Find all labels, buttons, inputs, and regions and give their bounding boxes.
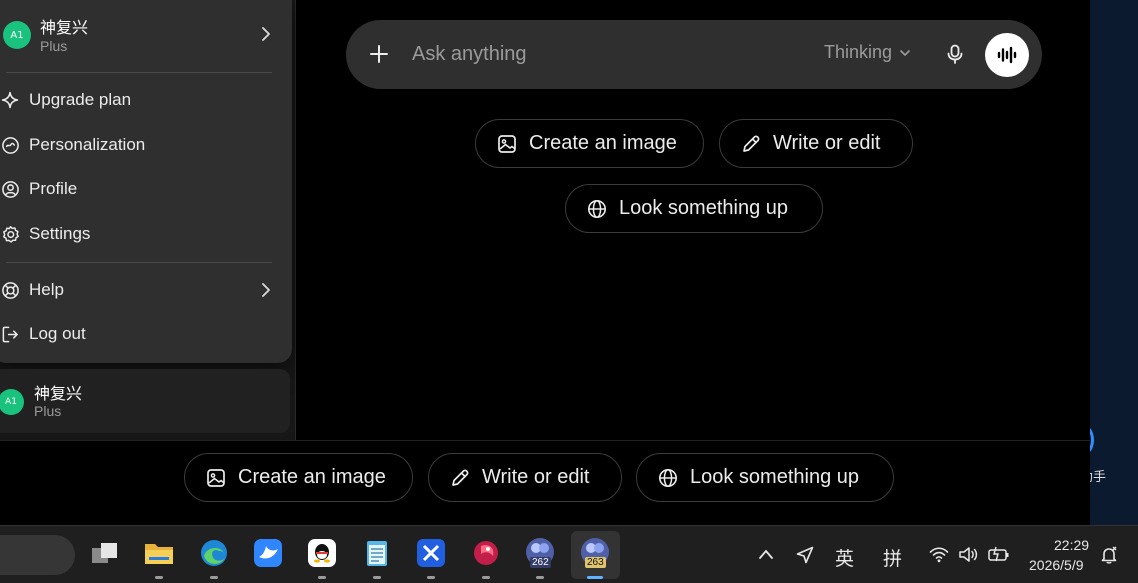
sidebar-user-plan: Plus xyxy=(34,403,62,419)
menu-item-label: Upgrade plan xyxy=(29,90,132,109)
qq-icon[interactable] xyxy=(306,537,338,569)
taskbar-badge: 262 xyxy=(530,557,551,568)
edge-browser-icon[interactable] xyxy=(198,537,230,569)
bottom-suggestions-bar: Create an image Write or edit Look somet… xyxy=(0,440,1090,525)
parrot-app-icon[interactable] xyxy=(470,537,502,569)
account-menu: A1 神复兴 Plus Upgrade plan Personalization xyxy=(0,0,292,363)
menu-divider xyxy=(6,72,272,73)
menu-item-label: Log out xyxy=(29,324,86,343)
menu-item-label: Help xyxy=(29,280,64,299)
user-circle-icon xyxy=(0,179,20,199)
notification-bell-icon[interactable] xyxy=(1099,545,1119,565)
desktop-background xyxy=(1090,0,1138,525)
feishu-icon[interactable] xyxy=(252,537,284,569)
globe-icon xyxy=(586,198,608,220)
running-indicator xyxy=(318,576,326,579)
volume-icon[interactable] xyxy=(958,546,980,563)
running-indicator xyxy=(155,576,163,579)
composer: Thinking xyxy=(346,20,1042,89)
running-indicator xyxy=(482,576,490,579)
suggestion-look-something-up[interactable]: Look something up xyxy=(565,184,823,233)
running-indicator xyxy=(373,576,381,579)
chevron-right-icon[interactable] xyxy=(258,26,274,42)
taskbar-badge: 263 xyxy=(585,557,606,568)
menu-item-label: Settings xyxy=(29,224,91,243)
pencil-icon xyxy=(740,133,762,155)
waveform-icon xyxy=(997,46,1017,64)
taskbar: 262 263 英 拼 22:29 2026/5/9 xyxy=(0,525,1138,583)
image-icon xyxy=(496,133,518,155)
chevron-right-icon xyxy=(262,283,270,297)
menu-item-log-out[interactable]: Log out xyxy=(0,314,284,354)
menu-item-label: Profile xyxy=(29,179,78,198)
suggestion-create-image[interactable]: Create an image xyxy=(184,453,413,502)
suggestion-label: Write or edit xyxy=(482,466,590,488)
suggestion-label: Look something up xyxy=(619,197,789,219)
account-user-name[interactable]: 神复兴 xyxy=(40,14,88,38)
task-view-icon[interactable] xyxy=(89,537,121,569)
battery-icon[interactable] xyxy=(988,546,1010,562)
suggestion-create-image[interactable]: Create an image xyxy=(475,119,704,168)
voice-mode-button[interactable] xyxy=(985,33,1029,77)
sidebar-user-name: 神复兴 xyxy=(34,386,83,403)
avatar: A1 xyxy=(0,389,24,415)
suggestion-label: Look something up xyxy=(690,466,860,488)
suggestion-write-or-edit[interactable]: Write or edit xyxy=(428,453,622,502)
globe-icon xyxy=(657,467,679,489)
menu-item-help[interactable]: Help xyxy=(0,270,284,310)
wifi-icon[interactable] xyxy=(929,546,949,563)
suggestion-write-or-edit[interactable]: Write or edit xyxy=(719,119,913,168)
ime-language-indicator[interactable]: 英 xyxy=(835,544,854,571)
sparkle-icon xyxy=(0,90,20,110)
running-indicator xyxy=(427,576,435,579)
lifebuoy-icon xyxy=(0,280,20,300)
sidebar: A1 神复兴 Plus Upgrade plan Personalization xyxy=(0,0,296,440)
taskbar-search-box[interactable] xyxy=(0,535,75,575)
plus-icon[interactable] xyxy=(368,43,390,65)
menu-item-settings[interactable]: Settings xyxy=(0,214,284,254)
file-explorer-icon[interactable] xyxy=(143,537,175,569)
ask-input[interactable] xyxy=(412,40,792,68)
account-plan: Plus xyxy=(40,38,68,54)
menu-item-upgrade-plan[interactable]: Upgrade plan xyxy=(0,80,284,120)
suggestion-label: Create an image xyxy=(238,466,386,488)
menu-item-profile[interactable]: Profile xyxy=(0,169,284,209)
model-mode-label: Thinking xyxy=(824,42,893,62)
logout-icon xyxy=(0,324,20,344)
notepad-icon[interactable] xyxy=(361,537,393,569)
running-indicator xyxy=(536,576,544,579)
chevron-up-icon[interactable] xyxy=(758,548,774,560)
location-arrow-icon[interactable] xyxy=(795,545,815,565)
microphone-icon[interactable] xyxy=(944,43,966,65)
avatar[interactable]: A1 xyxy=(3,21,31,49)
model-mode-select[interactable]: Thinking xyxy=(824,42,911,63)
chevron-down-icon xyxy=(900,49,910,56)
ime-mode-indicator[interactable]: 拼 xyxy=(883,544,902,571)
suggestion-label: Write or edit xyxy=(773,132,881,154)
pencil-icon xyxy=(449,467,471,489)
clock-time[interactable]: 22:29 xyxy=(1054,537,1089,553)
suggestion-look-something-up[interactable]: Look something up xyxy=(636,453,894,502)
gear-icon xyxy=(0,224,20,244)
running-indicator xyxy=(210,576,218,579)
menu-item-personalization[interactable]: Personalization xyxy=(0,125,284,165)
menu-divider xyxy=(6,262,272,263)
personalization-icon xyxy=(0,135,20,155)
image-icon xyxy=(205,467,227,489)
clock-date[interactable]: 2026/5/9 xyxy=(1029,557,1084,573)
chat-app-window: A1 神复兴 Plus Upgrade plan Personalization xyxy=(0,0,1090,525)
suggestion-label: Create an image xyxy=(529,132,677,154)
vscode-like-icon[interactable] xyxy=(415,537,447,569)
active-indicator xyxy=(587,576,603,579)
menu-item-label: Personalization xyxy=(29,135,146,154)
sidebar-profile-button[interactable]: A1 神复兴 Plus xyxy=(0,369,290,433)
